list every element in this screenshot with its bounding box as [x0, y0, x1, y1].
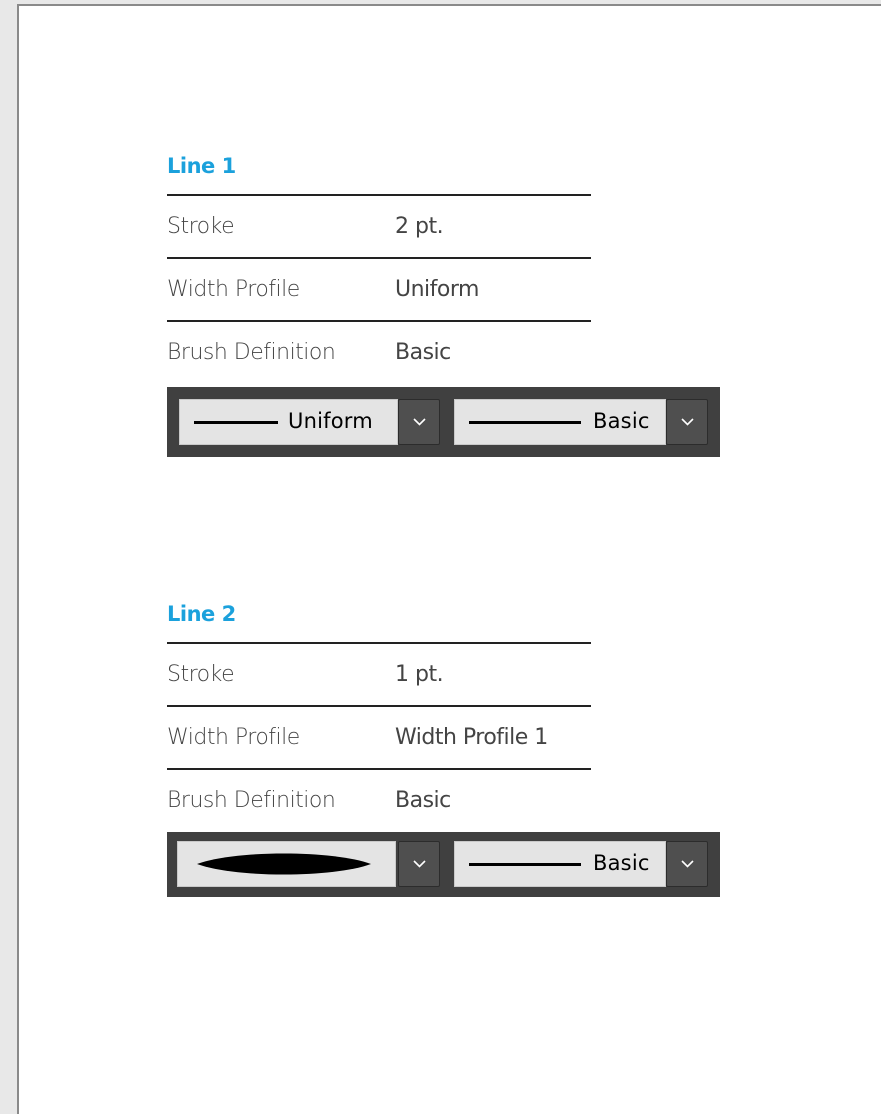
brush-definition-dropdown-button[interactable] [666, 841, 708, 887]
chevron-down-icon [413, 860, 426, 868]
stroke-toolbar: Uniform Basic [167, 387, 720, 457]
basic-line-icon [469, 421, 581, 424]
property-label: Brush Definition [167, 340, 336, 365]
width-profile-field[interactable]: Uniform [179, 399, 398, 445]
property-row-brush-definition: Brush Definition Basic [167, 768, 591, 832]
brush-definition-field[interactable]: Basic [454, 841, 666, 887]
brush-definition-label: Basic [593, 851, 650, 875]
brush-definition-label: Basic [593, 409, 650, 433]
width-profile-dropdown[interactable] [177, 841, 440, 887]
property-value: Width Profile 1 [395, 725, 548, 750]
property-value: Basic [395, 340, 451, 365]
width-profile-dropdown-button[interactable] [398, 841, 440, 887]
property-label: Stroke [167, 662, 235, 687]
brush-definition-dropdown[interactable]: Basic [454, 841, 708, 887]
property-value: 1 pt. [395, 662, 444, 687]
property-row-width-profile: Width Profile Uniform [167, 257, 591, 320]
properties-table: Stroke 1 pt. Width Profile Width Profile… [167, 642, 591, 832]
brush-definition-dropdown[interactable]: Basic [454, 399, 708, 445]
property-value: Uniform [395, 277, 479, 302]
chevron-down-icon [681, 418, 694, 426]
brush-definition-dropdown-button[interactable] [666, 399, 708, 445]
chevron-down-icon [681, 860, 694, 868]
width-profile-1-icon [197, 853, 371, 875]
brush-definition-field[interactable]: Basic [454, 399, 666, 445]
property-row-brush-definition: Brush Definition Basic [167, 320, 591, 384]
section-title: Line 2 [167, 602, 236, 626]
width-profile-label: Uniform [288, 409, 373, 433]
property-label: Width Profile [167, 725, 300, 750]
property-label: Stroke [167, 214, 235, 239]
basic-line-icon [469, 863, 581, 866]
uniform-line-icon [194, 421, 278, 424]
width-profile-field[interactable] [177, 841, 396, 887]
property-value: 2 pt. [395, 214, 444, 239]
chevron-down-icon [413, 418, 426, 426]
section-title: Line 1 [167, 154, 236, 178]
width-profile-dropdown-button[interactable] [398, 399, 440, 445]
width-profile-dropdown[interactable]: Uniform [179, 399, 441, 445]
property-row-stroke: Stroke 2 pt. [167, 194, 591, 257]
property-label: Width Profile [167, 277, 300, 302]
property-label: Brush Definition [167, 788, 336, 813]
stroke-toolbar: Basic [167, 832, 720, 897]
property-row-width-profile: Width Profile Width Profile 1 [167, 705, 591, 768]
property-row-stroke: Stroke 1 pt. [167, 642, 591, 705]
properties-table: Stroke 2 pt. Width Profile Uniform Brush… [167, 194, 591, 384]
document-page: Line 1 Stroke 2 pt. Width Profile Unifor… [17, 4, 881, 1114]
property-value: Basic [395, 788, 451, 813]
